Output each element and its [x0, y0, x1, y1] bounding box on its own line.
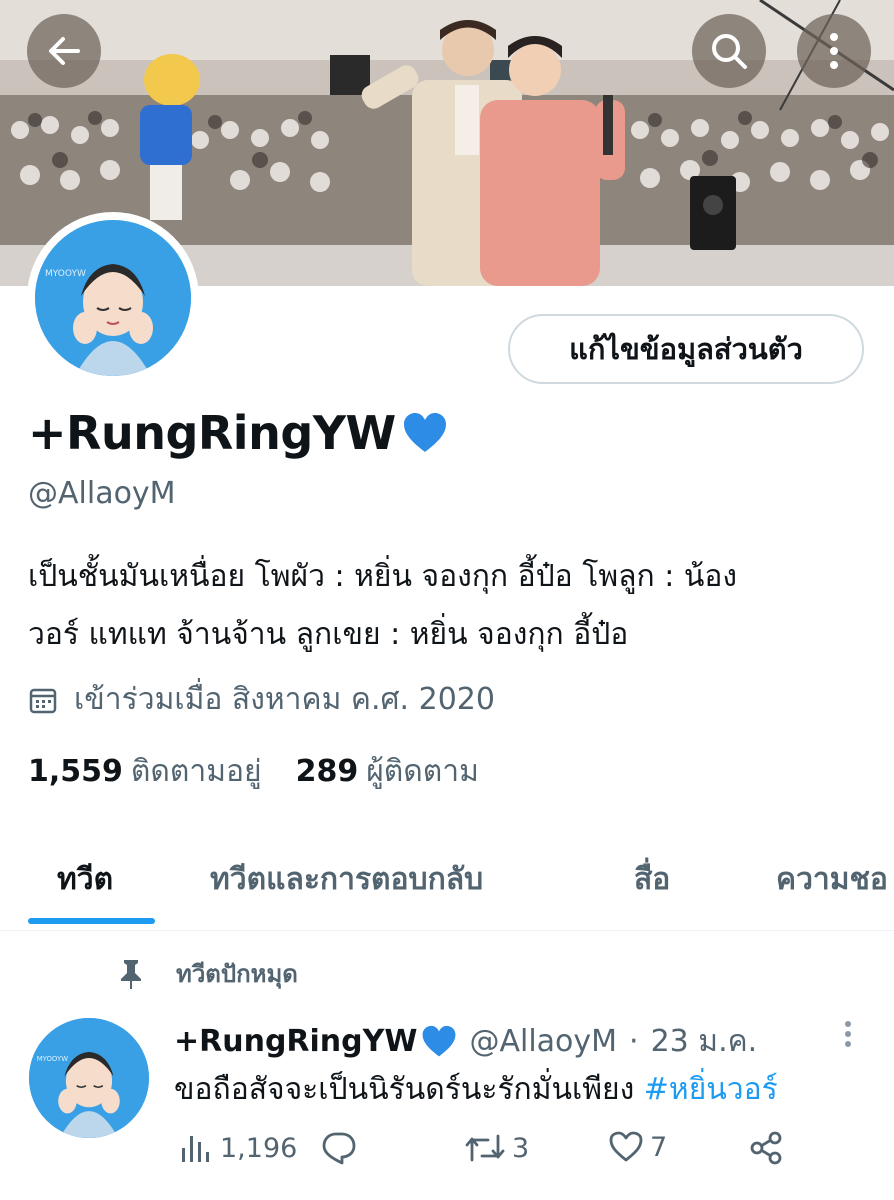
more-vertical-icon — [830, 33, 838, 69]
tab-tweets[interactable]: ทวีต — [57, 856, 113, 903]
followers-link[interactable]: 289 ผู้ติดตาม — [296, 748, 479, 795]
display-name-text: +RungRingYW — [28, 406, 396, 460]
followers-label: ผู้ติดตาม — [366, 754, 479, 789]
display-name: +RungRingYW — [28, 406, 448, 460]
profile-handle: @AllaoyM — [28, 476, 176, 511]
reply-button[interactable] — [320, 1130, 364, 1166]
calendar-icon — [29, 688, 57, 713]
reply-icon — [322, 1132, 356, 1165]
tab-tweets-replies[interactable]: ทวีตและการตอบกลับ — [210, 856, 483, 903]
like-button[interactable]: 7 — [608, 1130, 667, 1164]
avatar-caption: MYOOYW — [45, 269, 86, 279]
tab-media[interactable]: สื่อ — [634, 856, 670, 903]
following-label: ติดตามอยู่ — [130, 754, 262, 789]
views-button[interactable]: 1,196 — [178, 1130, 297, 1166]
joined-date: เข้าร่วมเมื่อ สิงหาคม ค.ศ. 2020 — [28, 676, 495, 723]
profile-avatar[interactable]: MYOOYW — [27, 212, 199, 384]
followers-count: 289 — [295, 754, 359, 789]
retweet-icon — [465, 1134, 505, 1162]
joined-text: เข้าร่วมเมื่อ สิงหาคม ค.ศ. 2020 — [74, 682, 495, 717]
blue-heart-icon — [403, 413, 446, 452]
tweet-more-button[interactable] — [836, 1018, 860, 1058]
profile-bio: เป็นชั้นมันเหนื่อย โพผัว : หยิ่น จองกุก … — [28, 548, 868, 664]
views-count: 1,196 — [220, 1132, 298, 1164]
share-button[interactable] — [748, 1130, 790, 1166]
bio-line: เป็นชั้นมันเหนื่อย โพผัว : หยิ่น จองกุก … — [28, 559, 738, 594]
tweet-avatar-caption: MYOOYW — [37, 1055, 69, 1063]
back-button[interactable] — [27, 14, 101, 88]
views-chart-icon — [182, 1136, 209, 1162]
tweet-text: ขอถือสัจจะเป็นนิรันดร์นะรักมั่นเพียง #หย… — [174, 1066, 778, 1113]
avatar-image: MYOOYW — [35, 220, 191, 376]
tweet-body: ขอถือสัจจะเป็นนิรันดร์นะรักมั่นเพียง — [174, 1072, 644, 1107]
profile-tabs: ทวีต ทวีตและการตอบกลับ สื่อ ความชอ — [0, 838, 894, 931]
pinned-label: ทวีตปักหมุด — [118, 954, 298, 993]
heart-outline-icon — [609, 1131, 643, 1162]
share-icon — [750, 1131, 782, 1165]
tweet-header: +RungRingYW @AllaoyM · 23 ม.ค. — [174, 1018, 757, 1065]
tweet-avatar-image: MYOOYW — [29, 1018, 149, 1138]
retweet-count: 3 — [512, 1132, 530, 1164]
arrow-left-icon — [49, 37, 80, 65]
tweet-avatar[interactable]: MYOOYW — [29, 1018, 149, 1138]
tweet-author-name[interactable]: +RungRingYW — [174, 1024, 417, 1059]
search-button[interactable] — [692, 14, 766, 88]
edit-profile-button[interactable]: แก้ไขข้อมูลส่วนตัว — [508, 314, 864, 384]
more-button[interactable] — [797, 14, 871, 88]
follow-stats: 1,559 ติดตามอยู่ 289 ผู้ติดตาม — [28, 748, 513, 795]
more-vertical-icon — [845, 1021, 851, 1047]
bio-line: วอร์ แทแท จ้านจ้าน ลูกเขย : หยิ่น จองกุก… — [28, 617, 629, 652]
active-tab-indicator — [28, 918, 155, 924]
pin-icon — [121, 959, 141, 989]
search-icon — [712, 34, 747, 69]
tab-likes[interactable]: ความชอ — [776, 856, 888, 903]
tweet-author-handle[interactable]: @AllaoyM — [469, 1024, 617, 1059]
like-count: 7 — [650, 1131, 668, 1163]
following-link[interactable]: 1,559 ติดตามอยู่ — [28, 748, 262, 795]
blue-heart-icon — [423, 1025, 456, 1057]
tweet-date[interactable]: 23 ม.ค. — [651, 1018, 758, 1065]
tweet-separator: · — [629, 1024, 639, 1059]
retweet-button[interactable]: 3 — [464, 1130, 529, 1166]
tweet-hashtag[interactable]: #หยิ่นวอร์ — [644, 1072, 778, 1107]
following-count: 1,559 — [28, 754, 123, 789]
pinned-text: ทวีตปักหมุด — [176, 960, 298, 988]
tweet-actions: 1,196 3 7 — [178, 1130, 798, 1174]
